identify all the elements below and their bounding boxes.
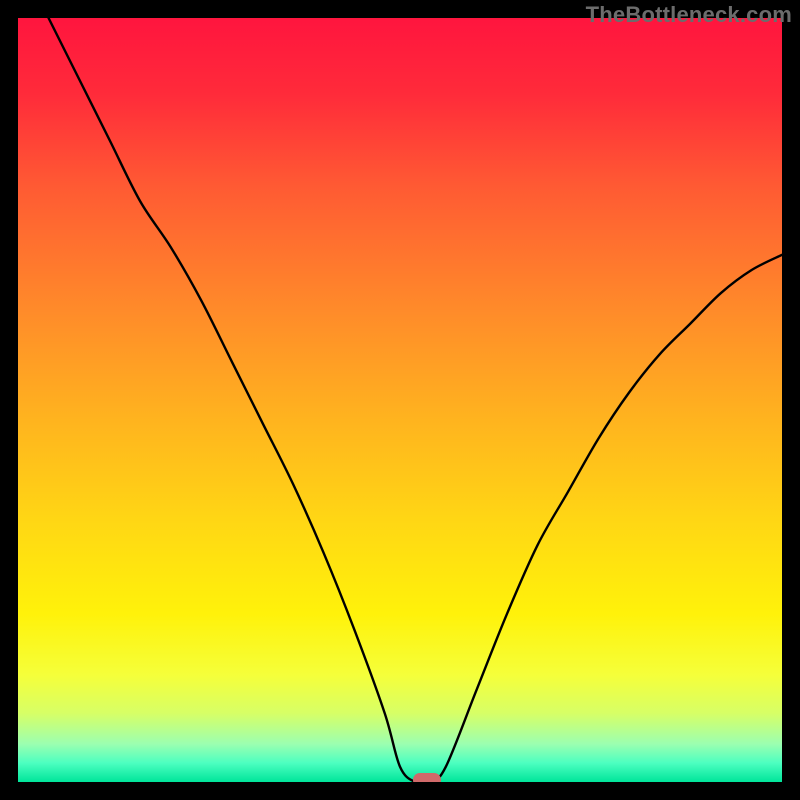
curve-layer: [18, 18, 782, 782]
plot-area: [18, 18, 782, 782]
bottleneck-curve: [49, 18, 782, 782]
watermark-text: TheBottleneck.com: [586, 2, 792, 28]
optimal-marker: [413, 773, 441, 782]
chart-canvas: TheBottleneck.com: [0, 0, 800, 800]
